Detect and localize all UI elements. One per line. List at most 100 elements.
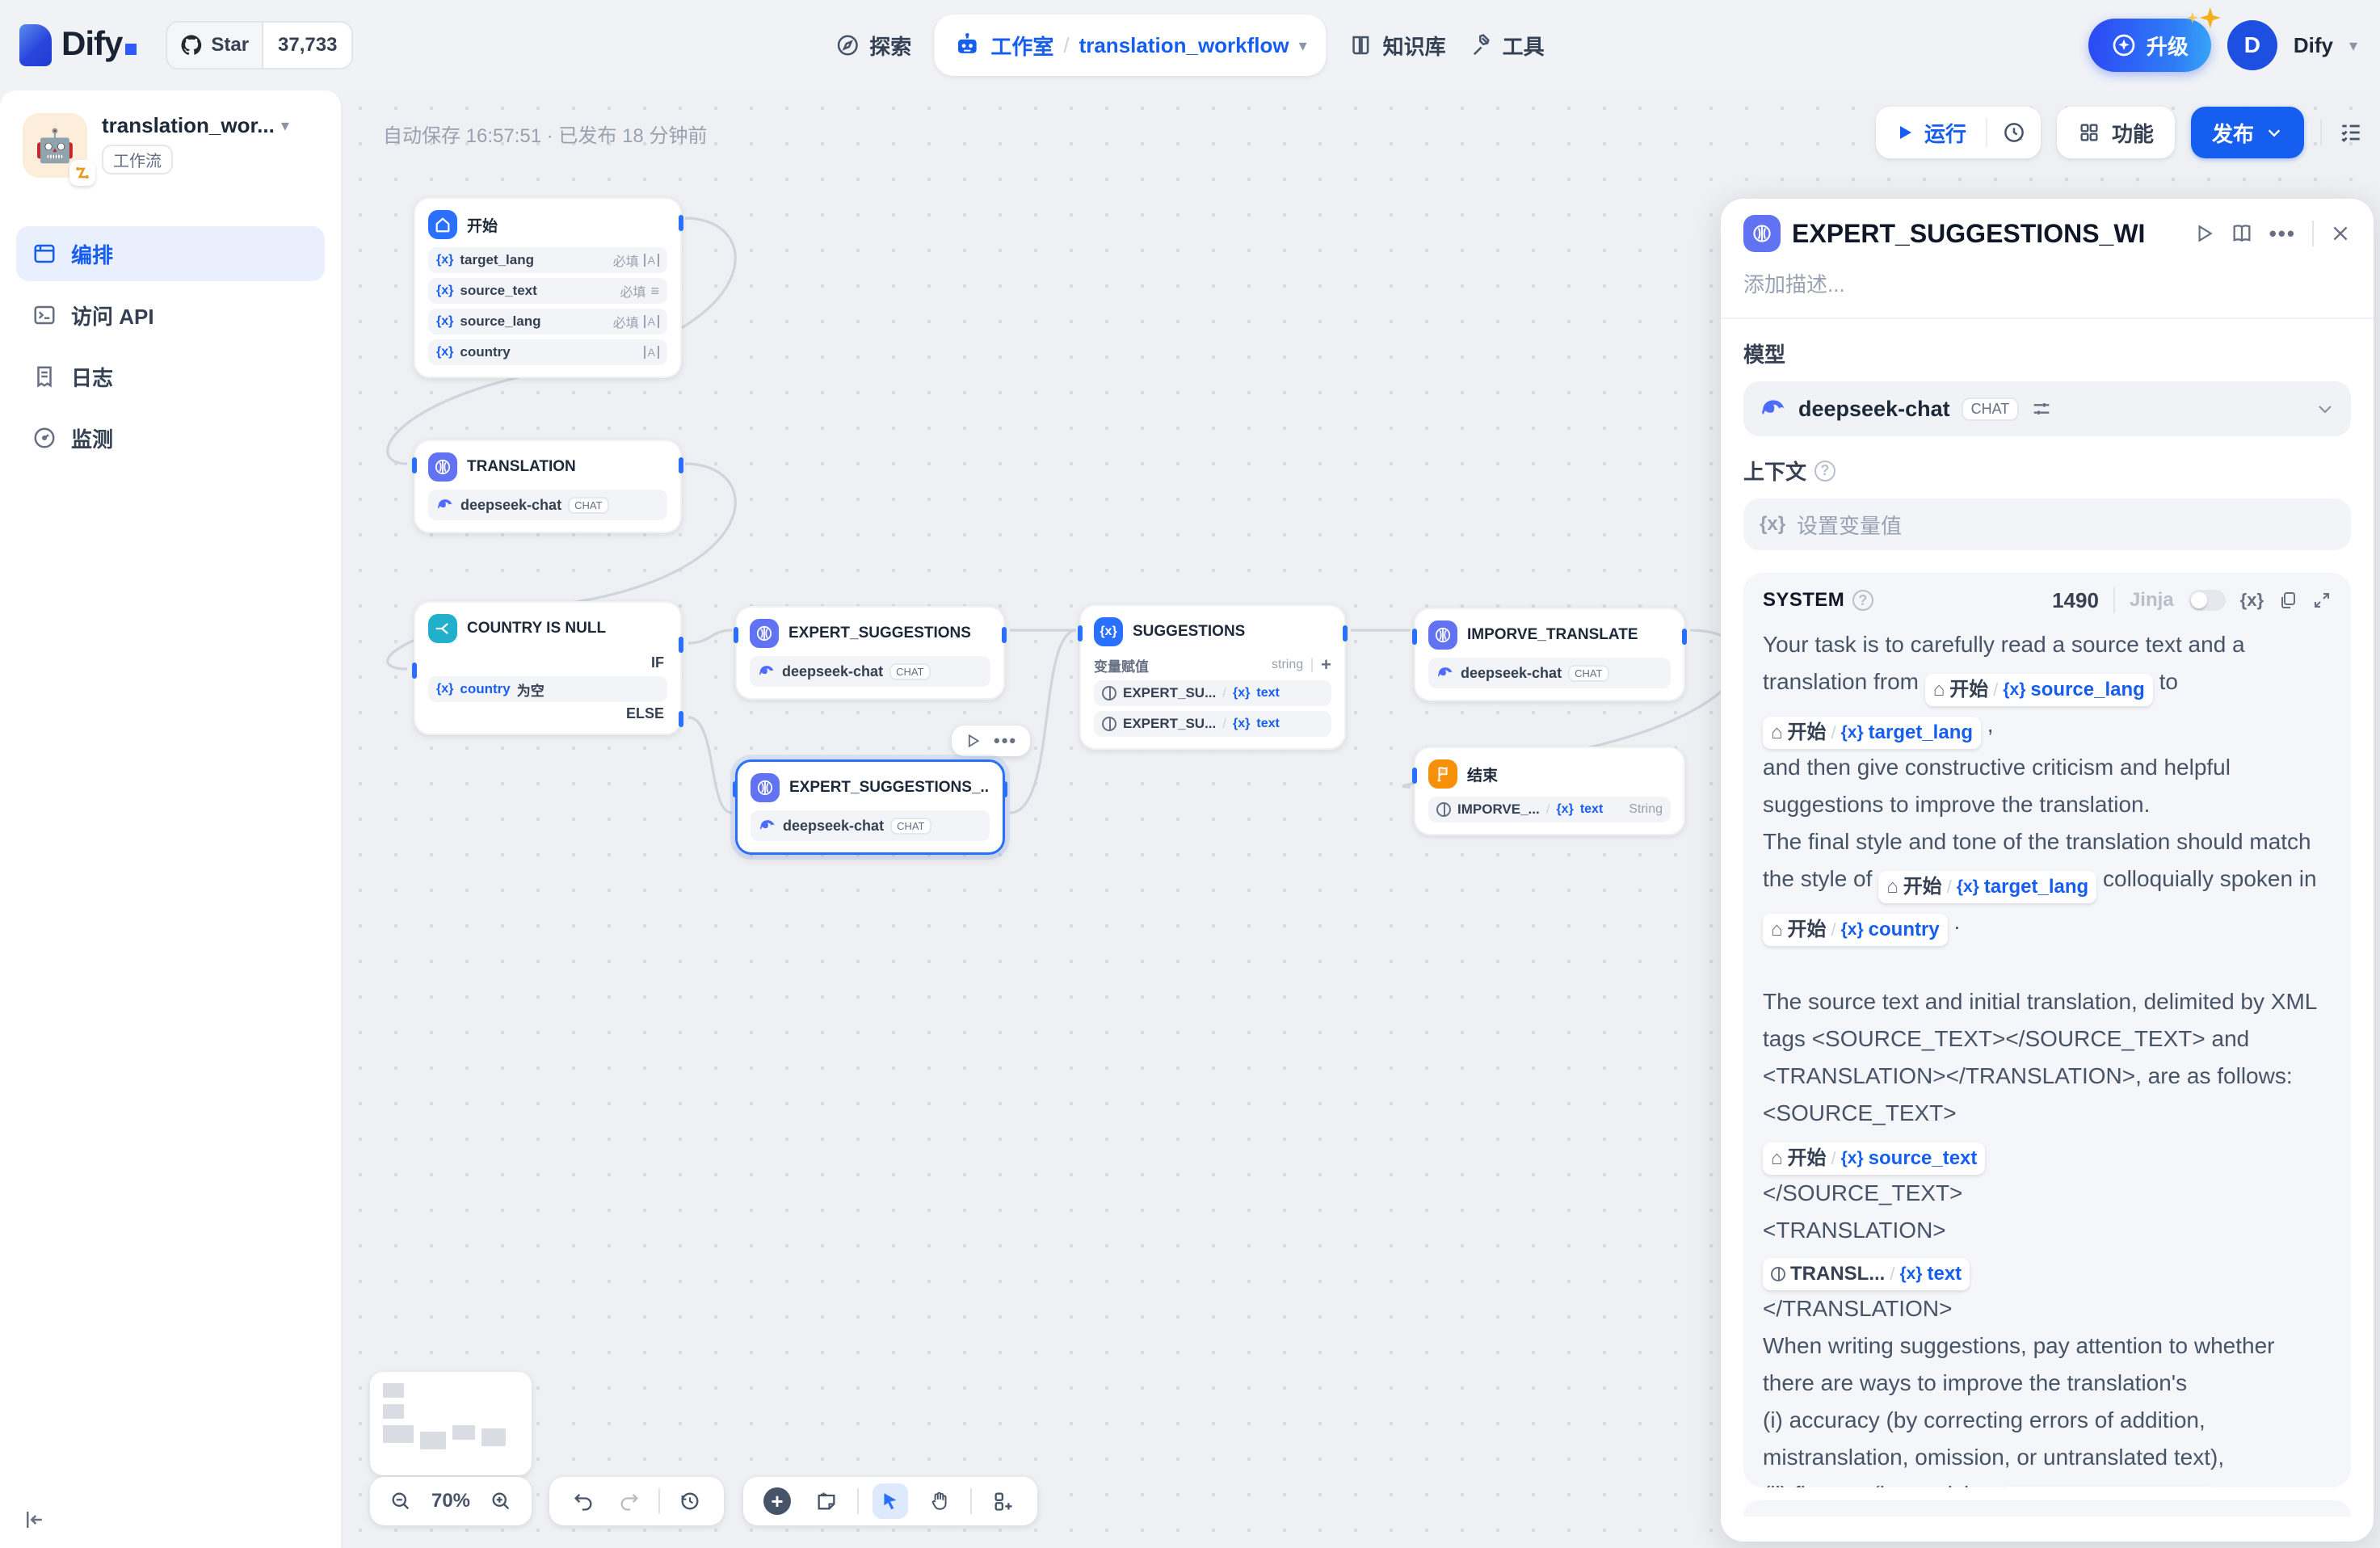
run-history-icon[interactable] [1987,120,2041,145]
user-avatar[interactable]: D [2227,20,2277,70]
output-row[interactable]: IMPORVE_.../{x}textString [1428,797,1671,822]
source-handle[interactable] [679,457,683,473]
sidebar-item-orchestrate[interactable]: 编排 [16,226,325,281]
if-source-handle[interactable] [679,637,683,653]
run-node-icon[interactable] [965,733,981,749]
target-handle[interactable] [412,663,417,679]
upgrade-button[interactable]: 升级 [2088,19,2211,72]
description-placeholder[interactable]: 添加描述... [1743,268,2351,298]
breadcrumb-separator: / [1063,33,1069,58]
variable-pill[interactable]: ⌂开始/{x}source_text [1763,1142,1985,1175]
add-variable-icon[interactable]: + [1321,654,1331,675]
model-params-icon[interactable] [2030,398,2053,420]
canvas-tools: + [743,1477,1037,1525]
account-chevron-down-icon[interactable]: ▾ [2349,36,2357,56]
app-chevron-down-icon[interactable]: ▾ [281,116,289,136]
jinja-toggle[interactable] [2189,590,2226,611]
open-docs-icon[interactable] [2231,222,2253,245]
add-node-icon[interactable]: + [759,1483,795,1519]
start-var-row[interactable]: {x}source_lang必填A [428,309,667,334]
target-handle[interactable] [412,457,417,473]
start-var-row[interactable]: {x}countryA [428,339,667,365]
variable-group-row: 变量赋值 string+ [1094,654,1331,675]
zoom-in-icon[interactable] [483,1483,519,1519]
nav-tools[interactable]: 工具 [1469,31,1545,61]
node-expert-suggestions[interactable]: EXPERT_SUGGESTIONS deepseek-chat CHAT [735,606,1005,700]
close-icon[interactable] [2330,223,2351,244]
source-handle[interactable] [1682,629,1687,645]
nav-studio-breadcrumb[interactable]: 工作室 / translation_workflow ▾ [934,15,1326,76]
sidebar-item-monitoring[interactable]: 监测 [16,410,325,465]
features-button[interactable]: 功能 [2057,107,2175,158]
node-title-input[interactable]: EXPERT_SUGGESTIONS_WI [1792,219,2182,249]
end-flag-icon [1428,759,1457,789]
variable-pill[interactable]: ⌂开始/{x}country [1763,914,1948,946]
llm-icon [428,452,457,482]
run-button-group: 运行 [1876,107,2041,158]
chevron-down-icon[interactable]: ▾ [1299,36,1307,56]
target-handle[interactable] [1412,629,1417,645]
publish-button[interactable]: 发布 [2191,107,2304,158]
start-var-row[interactable]: {x}source_text必填≡ [428,278,667,304]
more-icon[interactable]: ••• [994,730,1017,751]
more-icon[interactable]: ••• [2269,221,2296,246]
add-note-icon[interactable] [809,1483,844,1519]
model-selector[interactable]: deepseek-chat CHAT [1743,381,2351,436]
source-handle[interactable] [1343,625,1348,641]
collapse-sidebar-icon[interactable] [23,1508,47,1532]
token-count: 1490 [2052,588,2099,613]
node-expert-suggestions-wi[interactable]: EXPERT_SUGGESTIONS_... deepseek-chat CHA… [735,759,1005,855]
variable-pill[interactable]: ⌂开始/{x}target_lang [1763,717,1981,749]
nav-studio-label: 工作室 [990,31,1053,61]
variable-pill[interactable]: ⌂开始/{x}target_lang [1878,871,2096,903]
condition-row[interactable]: {x}country为空 [428,676,667,702]
run-node-icon[interactable] [2193,223,2214,244]
node-start[interactable]: 开始 {x}target_lang必填A {x}source_text必填≡ {… [414,197,682,378]
history-icon[interactable] [673,1483,706,1519]
pointer-tool-icon[interactable] [873,1483,908,1519]
zoom-out-icon[interactable] [383,1483,418,1519]
target-handle[interactable] [733,781,738,797]
source-handle[interactable] [679,215,683,231]
zoom-level[interactable]: 70% [431,1490,470,1512]
node-country-is-null[interactable]: COUNTRY IS NULL IF {x}country为空 ELSE [414,601,682,735]
variable-pill[interactable]: ⌂开始/{x}source_lang [1925,674,2153,706]
insert-variable-icon[interactable]: {x} [2240,590,2264,611]
variable-pill[interactable]: TRANSL.../{x}text [1763,1258,1970,1290]
undo-icon[interactable] [567,1483,600,1519]
start-var-row[interactable]: {x}target_lang必填A [428,247,667,273]
dify-logo[interactable]: Dify [19,24,137,66]
target-handle[interactable] [1412,768,1417,784]
system-prompt-editor[interactable]: SYSTEM? 1490 Jinja {x} Your task is to c… [1743,573,2351,1487]
expand-icon[interactable] [2312,591,2332,610]
else-source-handle[interactable] [679,711,683,727]
organize-icon[interactable] [986,1483,1021,1519]
system-prompt-text[interactable]: Your task is to carefully read a source … [1763,626,2332,1487]
source-handle[interactable] [1003,781,1007,797]
node-translation[interactable]: TRANSLATION deepseek-chat CHAT [414,440,682,533]
node-suggestions[interactable]: {x} SUGGESTIONS 变量赋值 string+ EXPERT_SU..… [1079,604,1346,750]
context-variable-input[interactable]: {x} 设置变量值 [1743,498,2351,550]
run-button[interactable]: 运行 [1876,118,1986,148]
sidebar-item-logs[interactable]: 日志 [16,349,325,404]
hand-tool-icon[interactable] [922,1483,957,1519]
target-handle[interactable] [734,627,738,643]
node-end[interactable]: 结束 IMPORVE_.../{x}textString [1414,747,1685,835]
source-handle[interactable] [1002,627,1007,643]
github-star-widget[interactable]: Star 37,733 [166,21,353,69]
copy-icon[interactable] [2278,591,2298,610]
nav-explore[interactable]: 探索 [835,31,911,61]
minimap[interactable] [370,1372,532,1475]
nav-knowledge[interactable]: 知识库 [1349,31,1446,61]
sidebar-item-api[interactable]: 访问 API [16,288,325,343]
gauge-icon [32,426,57,450]
target-handle[interactable] [1078,625,1083,641]
deepseek-icon [1436,664,1454,682]
next-prompt-section[interactable] [1743,1500,2351,1516]
redo-icon[interactable] [613,1483,646,1519]
checklist-icon[interactable] [2338,120,2364,145]
node-imporve-translate[interactable]: IMPORVE_TRANSLATE deepseek-chat CHAT [1414,608,1685,701]
assigned-var-row[interactable]: EXPERT_SU.../{x}text [1094,711,1331,737]
app-info[interactable]: 🤖 translation_wor... ▾ 工作流 [0,90,341,191]
assigned-var-row[interactable]: EXPERT_SU.../{x}text [1094,680,1331,706]
